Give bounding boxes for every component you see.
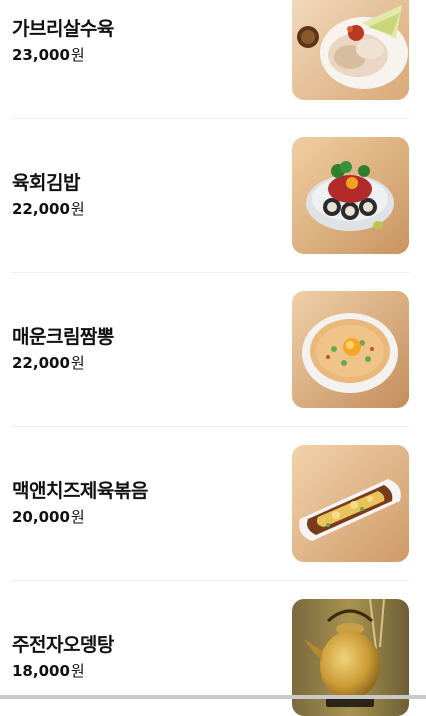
menu-item[interactable]: 맥앤치즈제육볶음 20,000원 xyxy=(12,445,409,562)
menu-item[interactable]: 매운크림짬뽕 22,000원 xyxy=(12,291,409,408)
menu-item-name: 가브리살수육 xyxy=(12,18,114,40)
menu-item-photo xyxy=(292,137,409,254)
bottom-scroll-edge xyxy=(0,695,426,699)
menu-item-price: 23,000원 xyxy=(12,46,85,64)
menu-item-name: 주전자오뎅탕 xyxy=(12,634,114,656)
divider xyxy=(12,118,409,119)
menu-item-info: 맥앤치즈제육볶음 20,000원 xyxy=(12,445,282,562)
menu-item-price: 22,000원 xyxy=(12,200,85,218)
menu-item[interactable]: 육회김밥 22,000원 xyxy=(12,137,409,254)
menu-item-info: 매운크림짬뽕 22,000원 xyxy=(12,291,282,408)
menu-item-name: 매운크림짬뽕 xyxy=(12,326,114,348)
menu-item-name: 맥앤치즈제육볶음 xyxy=(12,480,148,502)
menu-item-info: 가브리살수육 23,000원 xyxy=(12,0,282,100)
menu-item-price: 20,000원 xyxy=(12,508,85,526)
menu-item[interactable]: 가브리살수육 23,000원 xyxy=(12,0,409,100)
menu-item-name: 육회김밥 xyxy=(12,172,80,194)
divider xyxy=(12,426,409,427)
menu-item-photo xyxy=(292,0,409,100)
menu-item-photo xyxy=(292,291,409,408)
menu-item-info: 육회김밥 22,000원 xyxy=(12,137,282,254)
menu-item-price: 18,000원 xyxy=(12,662,85,680)
menu-item-photo xyxy=(292,445,409,562)
menu-item-price: 22,000원 xyxy=(12,354,85,372)
divider xyxy=(12,580,409,581)
divider xyxy=(12,272,409,273)
